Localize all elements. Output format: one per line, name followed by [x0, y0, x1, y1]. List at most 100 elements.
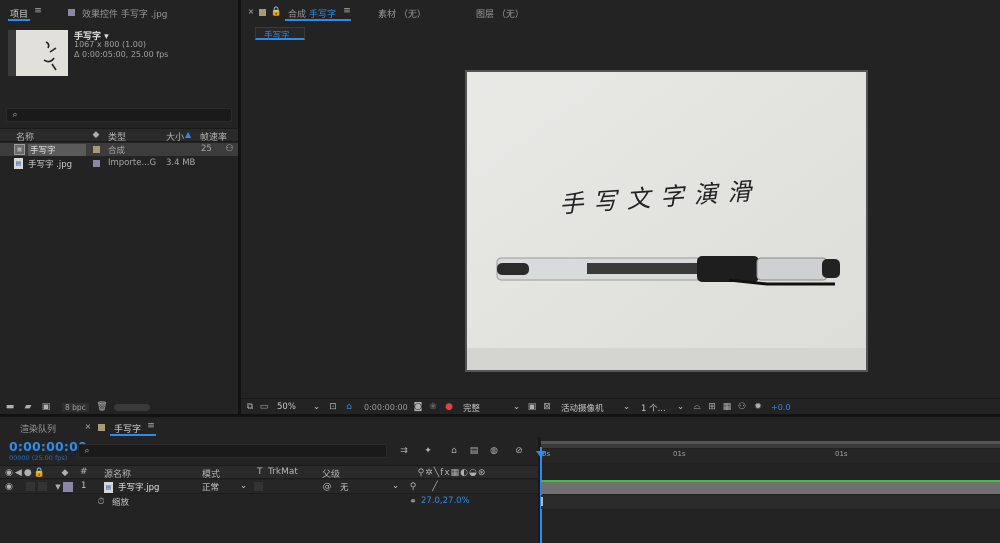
label-tag-icon[interactable]: ◆ — [91, 130, 101, 141]
breadcrumb-label: 手写字 — [264, 31, 290, 41]
label-tag-icon[interactable]: ◆ — [60, 468, 70, 478]
thumbnail-slider[interactable] — [114, 404, 150, 411]
column-size[interactable]: 大小 — [166, 130, 184, 143]
exposure-value[interactable]: +0.0 — [771, 403, 790, 412]
resolution-dropdown[interactable]: 完整 ⌄ — [463, 402, 523, 414]
column-name[interactable]: 名称 — [16, 130, 34, 143]
motion-blur-icon[interactable]: ◍ — [488, 445, 500, 457]
tab-effects-controls[interactable]: 效果控件 手写字 .jpg — [82, 7, 168, 20]
bpc-badge[interactable]: 8 bpc — [62, 403, 89, 412]
lock-icon[interactable]: 🔒 — [271, 7, 282, 17]
toggle-pixel-aspect-icon[interactable]: ⌓ — [692, 402, 702, 412]
blend-mode-dropdown[interactable]: 正常 ⌄ — [202, 481, 248, 493]
menu-icon[interactable]: ≡ — [146, 421, 156, 431]
composition-icon: ▣ — [14, 144, 25, 155]
interpret-footage-icon[interactable]: ▬ — [4, 402, 16, 412]
composition-canvas[interactable]: 手 写 文 字 演 滑 — [465, 70, 868, 372]
keyframe-marker[interactable] — [541, 497, 543, 506]
close-icon[interactable]: × — [84, 422, 92, 431]
monitor-icon[interactable]: ▭ — [259, 402, 269, 412]
current-time-readout[interactable]: 0:00:00:00 — [364, 403, 408, 412]
close-icon[interactable]: × — [247, 8, 255, 16]
comp-breadcrumb[interactable]: 手写字 — [255, 27, 305, 41]
cti-head[interactable] — [536, 451, 546, 458]
project-row[interactable]: ▤ 手写字 .jpg Importe...G 3.4 MB — [0, 157, 238, 170]
image-file-icon: ▤ — [104, 482, 113, 493]
zoom-value: 50% — [277, 402, 296, 412]
layer-label-swatch[interactable] — [63, 482, 73, 492]
audio-toggle[interactable] — [26, 482, 35, 491]
constrain-proportions-icon[interactable]: ⚭ — [408, 497, 418, 507]
quality-switch-icon[interactable]: ╱ — [430, 482, 440, 492]
composition-viewer: × 🔒 合成 手写字 ≡ 素材 （无） 图层 （无） 手写字 手 写 文 字 演… — [241, 0, 1000, 414]
safe-margins-icon[interactable]: ⊡ — [328, 402, 338, 412]
shy-layers-icon[interactable]: ⌂ — [448, 445, 460, 457]
expand-triangle-icon[interactable]: ▼ — [54, 482, 62, 492]
project-search-input[interactable]: ⌕ — [6, 108, 232, 122]
zoom-dropdown[interactable]: 50% ⌄ — [277, 402, 323, 412]
property-row[interactable]: ⏱ 缩放 ⚭ 27.0,27.0% — [0, 495, 538, 509]
channel-color-icon[interactable]: ● — [444, 402, 454, 412]
project-tab-bar: 项目 ≡ 效果控件 手写字 .jpg — [0, 0, 238, 24]
camera-dropdown[interactable]: 活动摄像机 ⌄ — [561, 402, 631, 414]
item-thumbnail — [8, 30, 68, 76]
draft-3d-icon[interactable]: ✦ — [422, 445, 434, 457]
trkmat-toggle[interactable] — [254, 482, 263, 491]
column-source-name[interactable]: 源名称 — [104, 467, 131, 480]
fast-previews-icon[interactable]: ⊞ — [707, 402, 717, 412]
tab-footage[interactable]: 素材 （无） — [378, 7, 426, 20]
stopwatch-icon[interactable]: ⏱ — [96, 497, 106, 507]
timeline-tab-bar: 渲染队列 × 手写字 ≡ — [0, 417, 1000, 437]
trash-icon[interactable]: 🗑 — [96, 402, 108, 412]
property-value[interactable]: 27.0,27.0% — [421, 496, 470, 506]
column-framerate[interactable]: 帧速率 — [200, 130, 227, 143]
transparency-grid-icon[interactable]: ⊠ — [542, 402, 552, 412]
layer-index: 1 — [81, 481, 87, 491]
shy-switch-icon[interactable]: ⚲ — [408, 482, 418, 492]
flowchart-icon[interactable]: ⚇ — [224, 144, 235, 155]
switches-icons: ⚲✲╲fx▦◐◒⊛ — [417, 467, 487, 478]
column-type[interactable]: 类型 — [108, 130, 126, 143]
mask-visibility-icon[interactable]: ⌂ — [344, 402, 354, 412]
menu-icon[interactable]: ≡ — [33, 6, 43, 16]
composition-mini-flowchart-icon[interactable]: ⇉ — [398, 445, 410, 457]
project-row[interactable]: ▣ 手写字 合成 25 ⚇ — [0, 143, 238, 156]
new-folder-icon[interactable]: ▰ — [22, 402, 34, 412]
flowchart-icon[interactable]: ⚇ — [737, 402, 747, 412]
parent-dropdown[interactable]: 无 ⌄ — [340, 481, 402, 493]
timeline-icon[interactable]: ▦ — [722, 402, 732, 412]
layer-name[interactable]: 手写字.jpg — [118, 481, 159, 493]
solo-toggle[interactable] — [38, 482, 47, 491]
thumbnail-image — [8, 30, 68, 76]
always-preview-icon[interactable]: ⧉ — [245, 402, 255, 412]
pick-whip-icon[interactable]: @ — [322, 482, 332, 492]
camera-value: 活动摄像机 — [561, 404, 604, 414]
label-swatch — [93, 146, 100, 153]
column-t: T — [257, 467, 263, 477]
frame-blending-icon[interactable]: ▤ — [468, 445, 480, 457]
layer-columns-header: ◉◀●🔒 ◆ # 源名称 模式 T TrkMat 父级 ⚲✲╲fx▦◐◒⊛ — [0, 465, 538, 480]
row-framerate: 25 — [201, 144, 212, 154]
sort-ascending-icon[interactable]: ▲ — [185, 130, 191, 139]
views-dropdown[interactable]: 1 个... ⌄ — [641, 402, 687, 414]
timeline-search-input[interactable]: ⌕ — [78, 444, 387, 458]
time-navigator[interactable] — [541, 441, 1000, 448]
reset-exposure-icon[interactable]: ✹ — [753, 402, 763, 412]
camera-snapshot-icon[interactable]: ◙ — [413, 402, 423, 412]
new-composition-icon[interactable]: ▣ — [40, 402, 52, 412]
graph-editor-icon[interactable]: ⊘ — [513, 445, 525, 457]
time-ruler[interactable]: 0s 01s 01s — [541, 449, 1000, 463]
timeline-timecode[interactable]: 0:00:00:00 — [9, 439, 87, 454]
tab-layer[interactable]: 图层 （无） — [476, 7, 524, 20]
tab-render-queue[interactable]: 渲染队列 — [20, 422, 56, 435]
layer-row[interactable]: ◉ ▼ 1 ▤ 手写字.jpg 正常 ⌄ @ 无 ⌄ ⚲ ╱ — [0, 480, 538, 494]
layer-duration-bar[interactable] — [541, 480, 1000, 494]
viewer-tab-bar: × 🔒 合成 手写字 ≡ 素材 （无） 图层 （无） — [241, 0, 1000, 24]
menu-icon[interactable]: ≡ — [342, 6, 352, 16]
region-of-interest-icon[interactable]: ▣ — [527, 402, 537, 412]
chevron-down-icon: ⌄ — [513, 402, 521, 412]
ruler-label: 01s — [673, 450, 686, 458]
eye-icon[interactable]: ◉ — [4, 482, 14, 492]
show-snapshot-icon[interactable]: ❀ — [428, 402, 438, 412]
work-area-bar[interactable] — [541, 441, 1000, 444]
